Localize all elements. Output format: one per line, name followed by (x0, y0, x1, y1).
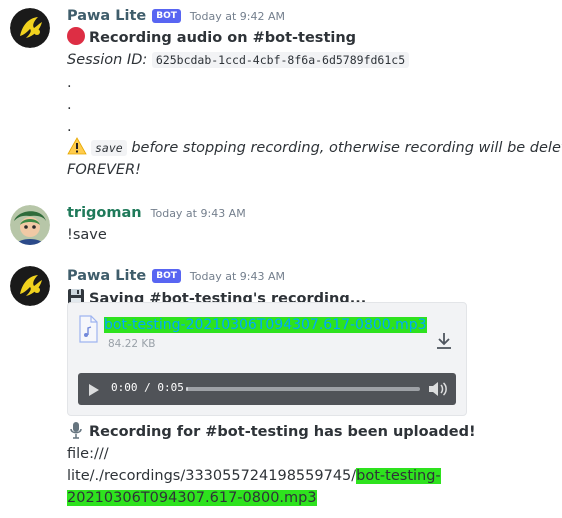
bot-badge: BOT (152, 269, 181, 283)
volume-icon[interactable] (428, 381, 448, 401)
save-command-code: save (91, 140, 127, 156)
file-path-line: file:/// (67, 446, 109, 462)
warning-line: save before stopping recording, otherwis… (67, 137, 562, 162)
warning-text-2: FOREVER! (67, 162, 141, 178)
attachment-filename-link[interactable]: bot-testing-20210306T094307.617-0800.mp3 (104, 317, 427, 333)
audio-attachment: bot-testing-20210306T094307.617-0800.mp3… (67, 302, 467, 416)
pawa-lite-avatar[interactable] (10, 266, 50, 306)
audio-file-icon (78, 315, 98, 347)
download-icon[interactable] (434, 331, 454, 355)
message-text: !save (67, 227, 107, 243)
pawa-lite-avatar[interactable] (10, 8, 50, 48)
audio-player: 0:00 / 0:05 (78, 373, 456, 405)
playback-time: 0:00 / 0:05 (111, 381, 184, 394)
warning-text: before stopping recording, otherwise rec… (131, 140, 562, 156)
trigoman-avatar[interactable] (10, 205, 50, 245)
recording-title: Recording audio on #bot-testing (67, 27, 356, 49)
session-label: Session ID: (67, 52, 148, 68)
file-path-line: lite/./recordings/333055724198559745/bot… (67, 468, 441, 484)
dot-line: . (67, 119, 72, 135)
play-icon[interactable] (88, 382, 100, 401)
file-path-line: 20210306T094307.617-0800.mp3 (67, 490, 317, 506)
timestamp[interactable]: Today at 9:42 AM (190, 10, 285, 23)
author-name[interactable]: Pawa Lite (67, 8, 146, 24)
author-name[interactable]: Pawa Lite (67, 268, 146, 284)
bot-badge: BOT (152, 9, 181, 23)
session-id-code: 625bcdab-1ccd-4cbf-8f6a-6d5789fd61c5 (151, 52, 410, 68)
attachment-size: 84.22 KB (108, 338, 156, 350)
timestamp[interactable]: Today at 9:43 AM (151, 207, 246, 220)
red-circle-icon (67, 27, 85, 45)
session-line: Session ID: 625bcdab-1ccd-4cbf-8f6a-6d57… (67, 49, 410, 71)
dot-line: . (67, 75, 72, 91)
upload-title: Recording for #bot-testing has been uplo… (67, 421, 476, 446)
progress-fill (186, 387, 189, 391)
author-name[interactable]: trigoman (67, 205, 142, 221)
dot-line: . (67, 97, 72, 113)
timestamp[interactable]: Today at 9:43 AM (190, 270, 285, 283)
progress-slider[interactable] (186, 387, 420, 391)
